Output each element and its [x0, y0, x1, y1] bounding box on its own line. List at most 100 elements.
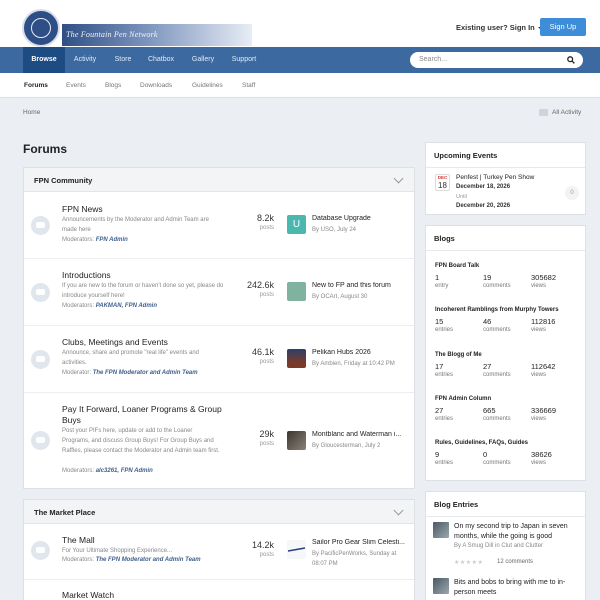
- blog-entries-widget: Blog Entries On my second trip to Japan …: [425, 491, 586, 600]
- section-header[interactable]: The Market Place: [24, 500, 414, 524]
- pen-thumbnail-icon[interactable]: [287, 540, 306, 559]
- subnav-staff[interactable]: Staff: [242, 73, 255, 98]
- blog-name[interactable]: The Blogg of Me: [435, 352, 482, 358]
- site-logo-banner[interactable]: The Fountain Pen Network: [62, 24, 252, 46]
- blog-comments-stat: 665 comments: [483, 406, 511, 422]
- entry-comment-count: 12 comments: [497, 559, 534, 565]
- event-attendee-count: 0: [565, 186, 579, 200]
- nav-browse[interactable]: Browse: [23, 47, 65, 73]
- entry-title[interactable]: Bits and bobs to bring with me to in-per…: [454, 578, 582, 598]
- blog-name[interactable]: FPN Board Talk: [435, 263, 479, 269]
- post-count-label: posts: [259, 552, 274, 558]
- forum-name[interactable]: Pay It Forward, Loaner Programs & Group …: [62, 404, 222, 426]
- forum-description: For Your Ultimate Shopping Experience...: [62, 548, 173, 554]
- blog-entries-stat: 9 entries: [435, 450, 454, 466]
- forum-description: Post your PIFs here, update or add to th…: [62, 428, 220, 454]
- event-title[interactable]: Penfest | Turkey Pen Show: [456, 174, 534, 181]
- post-count: 14.2k: [251, 540, 274, 550]
- last-poster-avatar[interactable]: U: [287, 215, 306, 234]
- sign-in-link[interactable]: Existing user? Sign In: [456, 23, 544, 32]
- rating-stars-icon: ★★★★★: [454, 560, 484, 566]
- nav-store[interactable]: Store: [106, 47, 140, 73]
- blog-views-stat: 38626 views: [531, 450, 552, 466]
- forum-name[interactable]: The Mall: [62, 535, 95, 545]
- blog-entries-stat: 1 entry: [435, 273, 449, 289]
- last-post-title[interactable]: New to FP and this forum: [312, 282, 410, 289]
- blog-comments-stat: 0 comments: [483, 450, 511, 466]
- post-count: 29k: [259, 429, 274, 439]
- widget-title: Upcoming Events: [434, 151, 498, 160]
- sign-up-button[interactable]: Sign Up: [540, 18, 586, 36]
- search-placeholder: Search...: [419, 56, 448, 63]
- last-poster-avatar[interactable]: [287, 431, 306, 450]
- chevron-down-icon[interactable]: [393, 505, 404, 516]
- last-post-byline: By OCArt, August 30: [312, 294, 368, 300]
- post-count-label: posts: [259, 441, 274, 447]
- forum-moderators: Moderators: PAKMAN, FPN Admin: [62, 303, 158, 309]
- forum-row: Clubs, Meetings and Events Announce, sha…: [24, 326, 414, 393]
- chevron-down-icon[interactable]: [393, 173, 404, 184]
- entry-byline: By A Smug Dill in Clut and Clutter: [454, 543, 544, 549]
- forum-section-market-place: The Market Place The Mall For Your Ultim…: [23, 499, 415, 600]
- forum-name[interactable]: FPN News: [62, 204, 103, 214]
- forum-moderators: Moderators: The FPN Moderator and Admin …: [62, 557, 201, 563]
- last-post-title[interactable]: Pelikan Hubs 2026: [312, 349, 410, 356]
- entry-thumbnail[interactable]: [433, 578, 449, 594]
- blog-comments-stat: 19 comments: [483, 273, 511, 289]
- post-count: 46.1k: [251, 347, 274, 357]
- breadcrumb-home[interactable]: Home: [23, 109, 40, 116]
- forum-moderators: Moderators: alc3261, FPN Admin: [62, 468, 153, 474]
- widget-title: Blog Entries: [434, 500, 479, 509]
- forum-row: Pay It Forward, Loaner Programs & Group …: [24, 393, 414, 489]
- forum-row: Introductions If you are new to the foru…: [24, 259, 414, 326]
- last-poster-avatar[interactable]: [287, 349, 306, 368]
- entry-title[interactable]: On my second trip to Japan in seven mont…: [454, 522, 582, 542]
- subnav-events[interactable]: Events: [66, 73, 86, 98]
- search-input[interactable]: Search...: [410, 52, 583, 68]
- section-title: The Market Place: [34, 508, 96, 517]
- site-logo-seal[interactable]: [22, 9, 60, 47]
- last-post-byline: By Gloucesterman, July 2: [312, 443, 381, 449]
- upcoming-events-widget: Upcoming Events DEC 18 Penfest | Turkey …: [425, 142, 586, 215]
- last-post-title[interactable]: Montblanc and Waterman i...: [312, 431, 410, 438]
- section-title: FPN Community: [34, 176, 93, 185]
- event-item[interactable]: DEC 18 Penfest | Turkey Pen Show Decembe…: [426, 168, 585, 215]
- blog-name[interactable]: Incoherent Ramblings from Murphy Towers: [435, 307, 559, 313]
- forum-chat-icon: [31, 283, 50, 302]
- forum-description: Announce, share and promote "real life" …: [62, 350, 200, 366]
- event-start-date: December 18, 2026: [456, 184, 511, 190]
- last-post-title[interactable]: Sailor Pro Gear Slim Celesti...: [312, 539, 410, 546]
- last-post-title[interactable]: Database Upgrade: [312, 215, 410, 222]
- forum-name[interactable]: Market Watch: [62, 590, 114, 600]
- last-post-byline: By USO, July 24: [312, 227, 357, 233]
- entry-thumbnail[interactable]: [433, 522, 449, 538]
- search-icon[interactable]: [567, 56, 575, 64]
- section-header[interactable]: FPN Community: [24, 168, 414, 192]
- nav-support[interactable]: Support: [225, 47, 263, 73]
- forum-row: FPN News Announcements by the Moderator …: [24, 192, 414, 259]
- nav-chatbox[interactable]: Chatbox: [142, 47, 180, 73]
- subnav-blogs[interactable]: Blogs: [105, 73, 121, 98]
- post-count-label: posts: [259, 225, 274, 231]
- event-until-label: Until: [456, 194, 468, 200]
- post-count: 8.2k: [256, 213, 274, 223]
- nav-activity[interactable]: Activity: [66, 47, 104, 73]
- blog-name[interactable]: Rules, Guidelines, FAQs, Guides: [435, 440, 528, 446]
- blog-comments-stat: 27 comments: [483, 362, 511, 378]
- forum-chat-icon: [31, 216, 50, 235]
- forum-name[interactable]: Introductions: [62, 270, 111, 280]
- subnav-guidelines[interactable]: Guidelines: [192, 73, 223, 98]
- post-count-label: posts: [259, 292, 274, 298]
- forum-name[interactable]: Clubs, Meetings and Events: [62, 337, 168, 347]
- subnav-forums[interactable]: Forums: [24, 73, 48, 98]
- blog-views-stat: 112816 views: [531, 317, 556, 333]
- nav-gallery[interactable]: Gallery: [184, 47, 222, 73]
- forum-chat-icon: [31, 350, 50, 369]
- subnav-downloads[interactable]: Downloads: [140, 73, 172, 98]
- last-poster-avatar[interactable]: [287, 282, 306, 301]
- blog-name[interactable]: FPN Admin Column: [435, 396, 491, 402]
- forum-moderators: Moderators: FPN Admin: [62, 237, 128, 243]
- post-count: 242.6k: [246, 280, 274, 290]
- last-post-byline: By Ambien, Friday at 10:42 PM: [312, 361, 395, 367]
- all-activity-link[interactable]: All Activity: [552, 109, 581, 116]
